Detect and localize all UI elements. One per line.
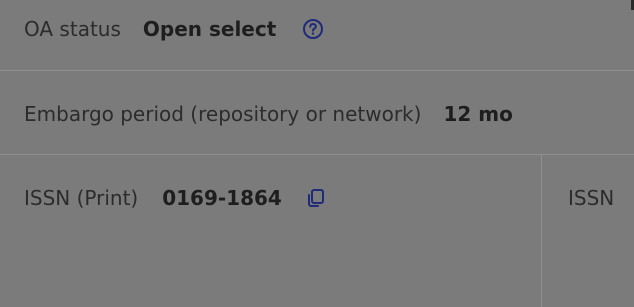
issn-print-cell: ISSN (Print) 0169-1864 [0, 155, 542, 307]
oa-status-value: Open select [142, 17, 277, 41]
copy-icon[interactable] [304, 186, 328, 210]
oa-status-row: OA status Open select [0, 0, 634, 71]
issn-other-line: ISSN [568, 185, 614, 211]
embargo-value: 12 mo [443, 102, 513, 126]
oa-status-label: OA status [24, 17, 121, 41]
issn-row: ISSN (Print) 0169-1864 ISSN [0, 155, 634, 307]
oa-status-line: OA status Open select [24, 16, 326, 42]
issn-other-cell: ISSN [542, 155, 634, 307]
issn-other-label: ISSN [568, 186, 615, 210]
embargo-row: Embargo period (repository or network) 1… [0, 71, 634, 155]
embargo-label: Embargo period (repository or network) [24, 102, 422, 126]
issn-print-label: ISSN (Print) [24, 186, 139, 210]
issn-print-value: 0169-1864 [162, 186, 282, 210]
question-circle-icon[interactable] [300, 16, 326, 42]
issn-print-line: ISSN (Print) 0169-1864 [24, 185, 328, 211]
embargo-line: Embargo period (repository or network) 1… [24, 101, 513, 127]
